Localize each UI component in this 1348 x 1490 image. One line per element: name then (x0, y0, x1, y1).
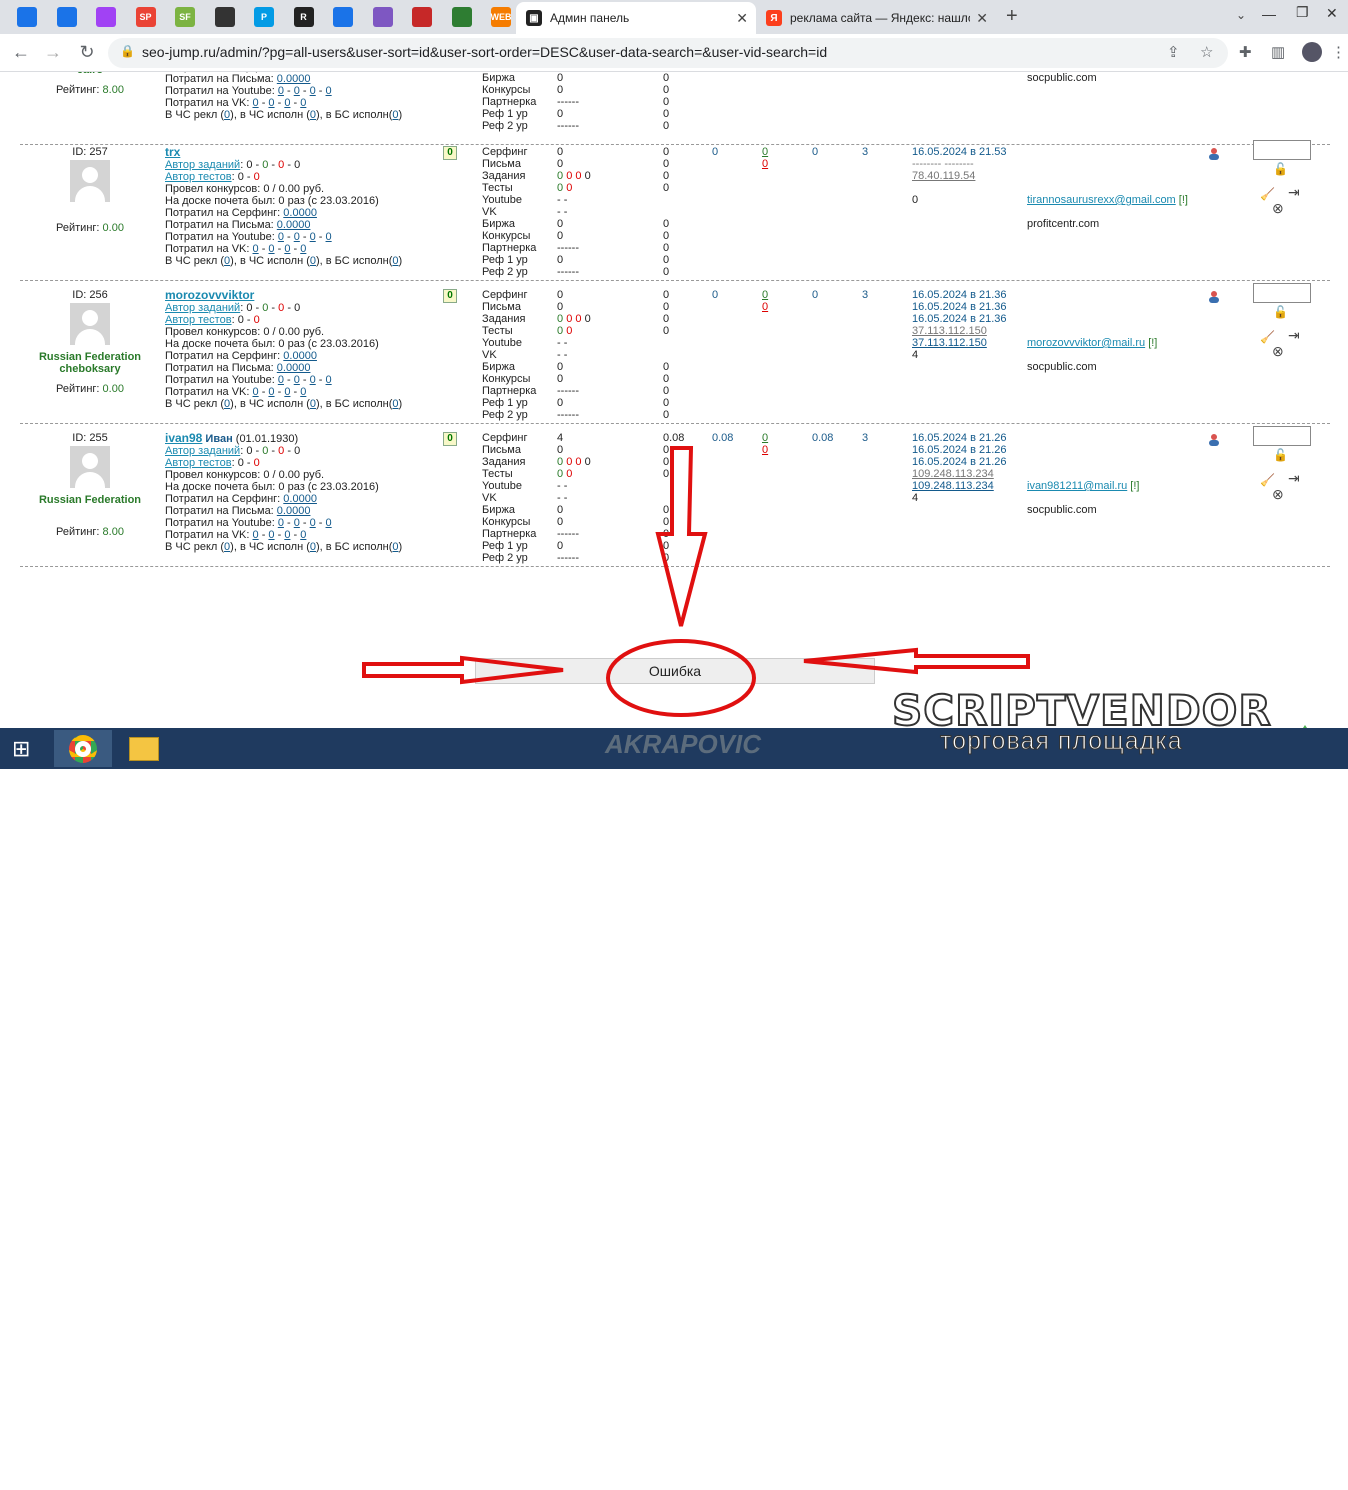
system-clock[interactable]: 19:36 17.05.2024 (1294, 1462, 1348, 1490)
red-arrow-down (655, 446, 708, 627)
annotation-overlay (362, 446, 1030, 717)
chrome-icon (69, 734, 97, 763)
red-circle-around-error (606, 639, 756, 717)
marketplace-watermark: торговая площадка (940, 727, 1183, 756)
red-arrow-right (362, 655, 564, 685)
clock-date: 17.05.2024 (1294, 1477, 1348, 1489)
explorer-taskbar-button[interactable] (116, 730, 172, 767)
chrome-taskbar-button[interactable] (54, 730, 112, 767)
red-arrow-left (803, 647, 1030, 675)
akrapovic-logo: AKRAPOVIC (605, 729, 762, 759)
lang-indicator[interactable]: G (1266, 1469, 1275, 1483)
clock-time: 19:36 (1307, 1463, 1336, 1475)
folder-icon (129, 736, 159, 761)
windows-start-icon[interactable]: ⊞ (12, 736, 30, 762)
